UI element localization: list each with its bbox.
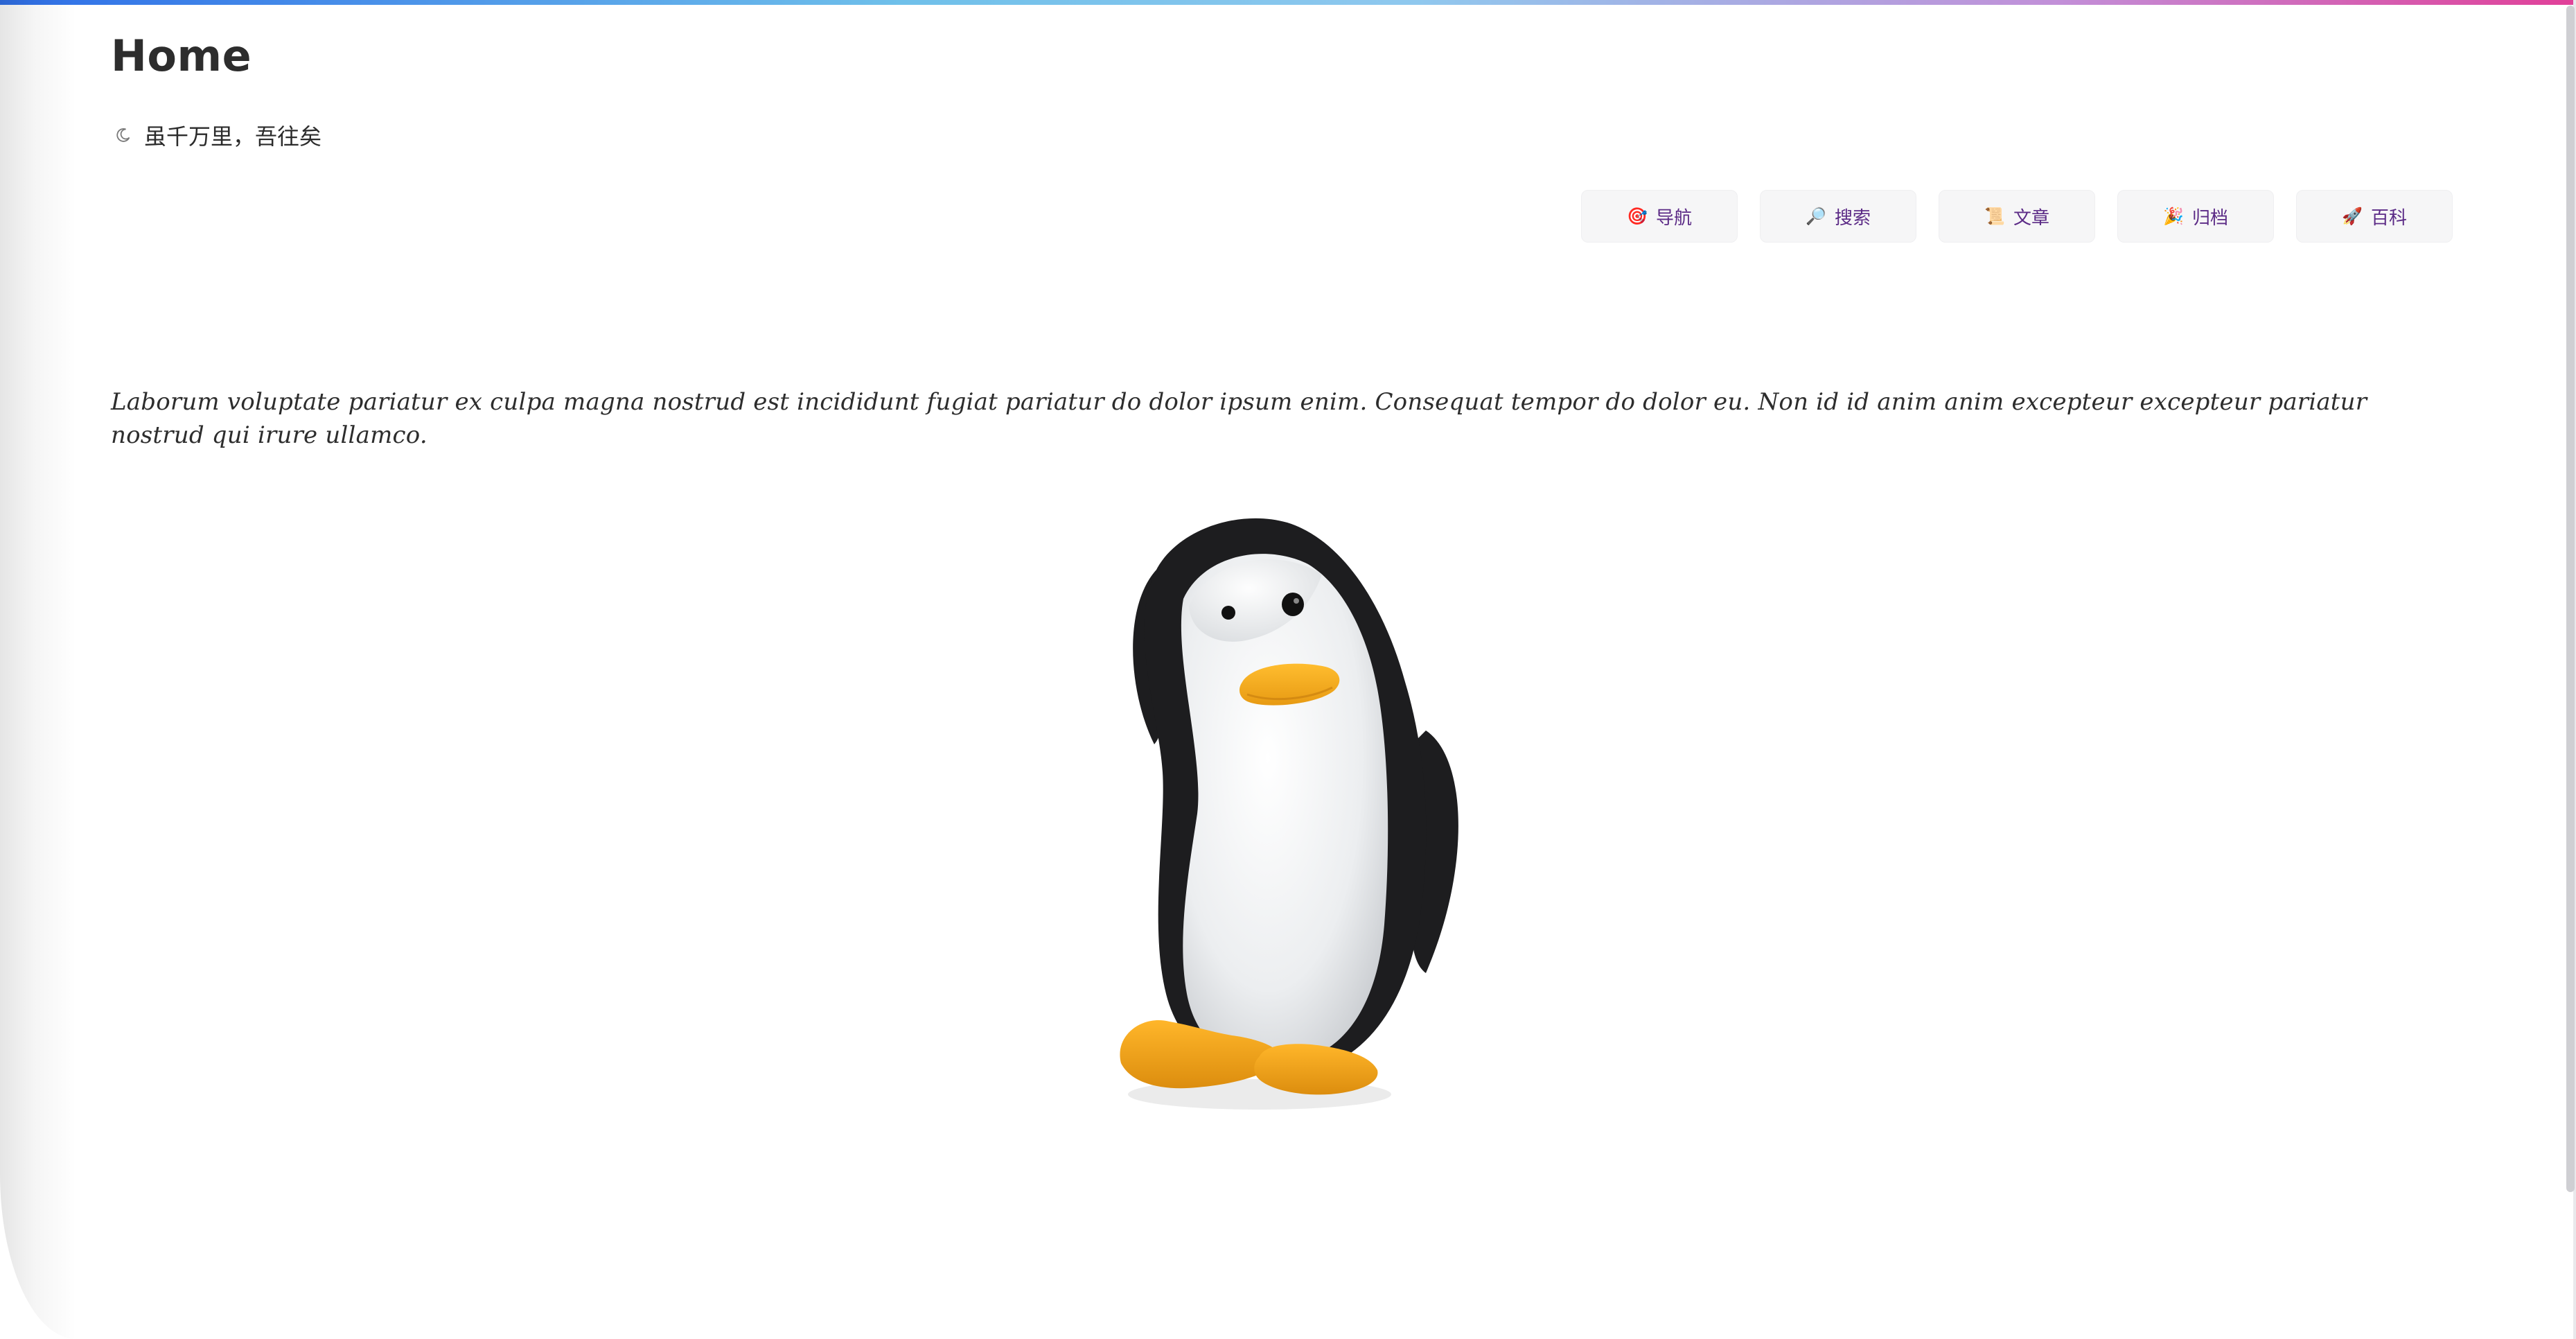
nav-item-label: 搜索	[1834, 207, 1871, 229]
nav-item-wiki[interactable]: 🚀 百科	[2296, 190, 2453, 243]
nav-item-label: 导航	[1655, 207, 1692, 229]
motto-line: 虽千万里，吾往矣	[114, 119, 321, 151]
penguin-illustration	[1120, 518, 1458, 1110]
target-icon: 🎯	[1627, 207, 1648, 226]
page-title: Home	[111, 30, 252, 81]
motto-text: 虽千万里，吾往矣	[144, 123, 322, 150]
top-nav: 🎯 导航 🔎 搜索 📜 文章 🎉 归档 🚀 百科	[1581, 190, 2453, 243]
nav-item-articles[interactable]: 📜 文章	[1939, 190, 2095, 243]
intro-paragraph: Laborum voluptate pariatur ex culpa magn…	[111, 388, 2367, 449]
page: Home 虽千万里，吾往矣 🎯 导航 🔎 搜索 📜 文章 🎉 归档 🚀 百科 L…	[0, 0, 2576, 1339]
nav-item-label: 百科	[2370, 207, 2407, 229]
nav-item-navigation[interactable]: 🎯 导航	[1581, 190, 1738, 243]
scroll-icon: 📜	[1984, 207, 2005, 226]
nav-item-label: 文章	[2013, 207, 2049, 229]
moon-icon	[114, 125, 133, 145]
top-accent-bar	[0, 0, 2576, 5]
rocket-icon: 🚀	[2342, 207, 2363, 226]
nav-item-archive[interactable]: 🎉 归档	[2117, 190, 2274, 243]
nav-item-label: 归档	[2191, 207, 2228, 229]
left-edge-shadow	[0, 0, 76, 1339]
search-icon: 🔎	[1806, 207, 1826, 226]
nav-item-search[interactable]: 🔎 搜索	[1760, 190, 1916, 243]
vertical-scrollbar[interactable]	[2566, 6, 2575, 1192]
party-popper-icon: 🎉	[2163, 207, 2184, 226]
